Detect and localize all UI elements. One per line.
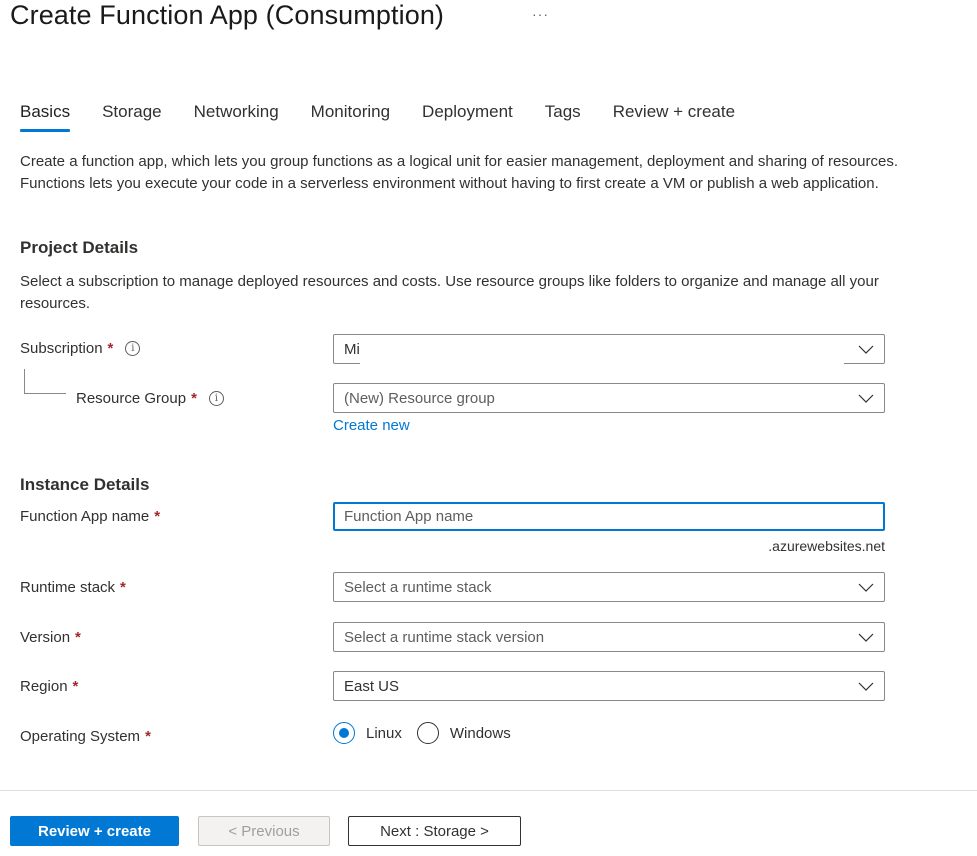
previous-button[interactable]: < Previous <box>198 816 330 846</box>
next-storage-button[interactable]: Next : Storage > <box>348 816 521 846</box>
domain-suffix: .azurewebsites.net <box>768 538 885 554</box>
info-icon[interactable]: i <box>208 391 224 406</box>
create-new-link[interactable]: Create new <box>333 417 410 434</box>
tree-connector <box>24 369 66 394</box>
info-icon[interactable]: i <box>125 341 141 356</box>
project-details-description: Select a subscription to manage deployed… <box>20 273 879 312</box>
region-label-text: Region <box>20 678 68 695</box>
required-asterisk: * <box>72 678 79 695</box>
chevron-down-icon <box>858 633 874 642</box>
version-label: Version * <box>20 629 81 646</box>
version-placeholder: Select a runtime stack version <box>344 628 545 646</box>
region-dropdown[interactable]: East US <box>333 671 885 701</box>
tab-storage[interactable]: Storage <box>102 102 162 132</box>
required-asterisk: * <box>107 340 114 357</box>
page-title: Create Function App (Consumption) <box>10 0 445 30</box>
operating-system-label-text: Operating System <box>20 728 141 745</box>
chevron-down-icon <box>858 345 874 354</box>
subscription-label: Subscription * i <box>20 340 141 357</box>
subscription-label-text: Subscription <box>20 340 103 357</box>
region-value: East US <box>344 677 400 695</box>
chevron-down-icon <box>858 394 874 403</box>
required-asterisk: * <box>75 629 81 646</box>
more-options-button[interactable]: ··· <box>532 6 549 22</box>
subscription-border-gap <box>360 362 844 364</box>
runtime-stack-label-text: Runtime stack <box>20 579 116 596</box>
instance-details-heading: Instance Details <box>20 475 150 494</box>
version-dropdown[interactable]: Select a runtime stack version <box>333 622 885 652</box>
function-app-name-label-text: Function App name <box>20 508 150 525</box>
subscription-value: Mi <box>344 340 360 358</box>
runtime-stack-placeholder: Select a runtime stack <box>344 578 492 596</box>
function-app-name-label: Function App name * <box>20 508 160 525</box>
resource-group-label: Resource Group * i <box>76 390 224 407</box>
tab-basics[interactable]: Basics <box>20 102 71 132</box>
resource-group-label-text: Resource Group <box>76 390 187 407</box>
required-asterisk: * <box>154 508 161 525</box>
tab-bar: Basics Storage Networking Monitoring Dep… <box>20 102 767 132</box>
radio-linux-label: Linux <box>366 724 402 742</box>
version-label-text: Version <box>20 629 71 646</box>
radio-windows-label: Windows <box>449 724 511 742</box>
radio-unchecked-icon <box>416 722 439 744</box>
project-details-heading: Project Details <box>20 238 139 257</box>
region-label: Region * <box>20 678 78 695</box>
function-app-name-input[interactable] <box>333 502 885 531</box>
resource-group-dropdown[interactable]: (New) Resource group <box>333 383 885 413</box>
required-asterisk: * <box>191 390 197 407</box>
subscription-dropdown[interactable]: Mi <box>333 334 885 364</box>
resource-group-value: (New) Resource group <box>344 389 495 407</box>
radio-linux[interactable]: Linux <box>333 722 402 744</box>
tab-tags[interactable]: Tags <box>545 102 581 132</box>
operating-system-label: Operating System * <box>20 728 151 745</box>
tab-deployment[interactable]: Deployment <box>422 102 513 132</box>
radio-windows[interactable]: Windows <box>416 722 511 744</box>
intro-description: Create a function app, which lets you gr… <box>20 153 899 192</box>
tab-monitoring[interactable]: Monitoring <box>311 102 390 132</box>
tab-review-create[interactable]: Review + create <box>613 102 735 132</box>
footer-divider <box>0 790 977 791</box>
review-create-button[interactable]: Review + create <box>10 816 179 846</box>
required-asterisk: * <box>120 579 126 596</box>
chevron-down-icon <box>858 682 874 691</box>
tab-networking[interactable]: Networking <box>194 102 279 132</box>
radio-checked-icon <box>333 722 355 744</box>
runtime-stack-dropdown[interactable]: Select a runtime stack <box>333 572 885 602</box>
operating-system-radio-group: Linux Windows <box>333 722 526 744</box>
chevron-down-icon <box>858 583 874 592</box>
runtime-stack-label: Runtime stack * <box>20 579 126 596</box>
required-asterisk: * <box>145 728 151 745</box>
